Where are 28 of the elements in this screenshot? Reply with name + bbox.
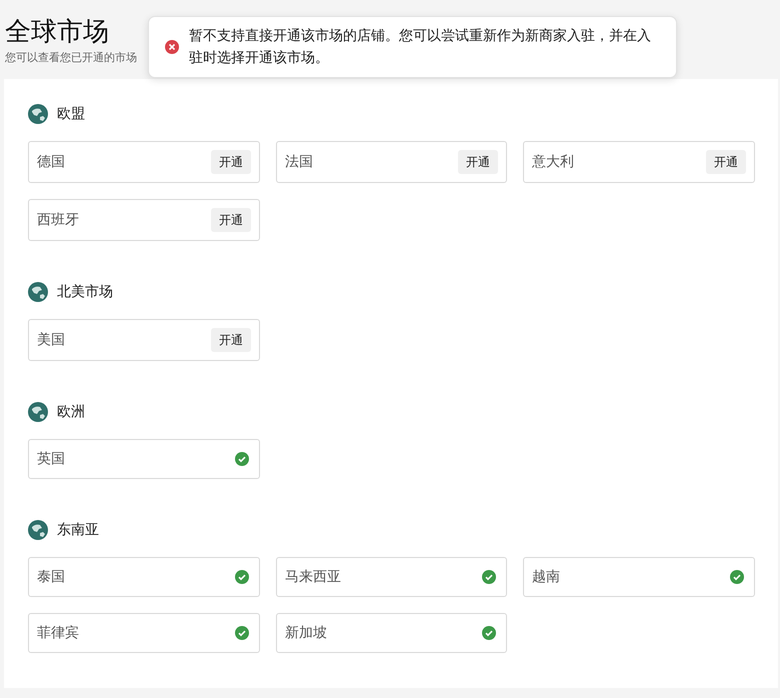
region-title: 欧洲: [57, 403, 85, 421]
open-button[interactable]: 开通: [211, 208, 251, 232]
market-name: 泰国: [37, 568, 65, 586]
region-title: 东南亚: [57, 521, 99, 539]
region-title: 欧盟: [57, 105, 85, 123]
open-button[interactable]: 开通: [211, 150, 251, 174]
region-title: 北美市场: [57, 283, 113, 301]
market-name: 新加坡: [285, 624, 327, 642]
market-name: 越南: [532, 568, 560, 586]
toast-message: 暂不支持直接开通该市场的店铺。您可以尝试重新作为新商家入驻，并在入驻时选择开通该市场。: [189, 27, 652, 68]
open-button[interactable]: 开通: [211, 328, 251, 352]
page-subtitle: 您可以查看您已开通的市场: [5, 50, 137, 66]
market-name: 菲律宾: [37, 624, 79, 642]
globe-icon: [28, 520, 48, 540]
error-icon: [165, 40, 179, 54]
market-name: 意大利: [532, 153, 574, 171]
market-name: 英国: [37, 450, 65, 468]
market-name: 法国: [285, 153, 313, 171]
market-name: 美国: [37, 331, 65, 349]
open-button[interactable]: 开通: [458, 150, 498, 174]
open-button[interactable]: 开通: [706, 150, 746, 174]
globe-icon: [28, 282, 48, 302]
globe-icon: [28, 104, 48, 124]
market-name: 西班牙: [37, 211, 79, 229]
market-name: 马来西亚: [285, 568, 341, 586]
globe-icon: [28, 402, 48, 422]
market-name: 德国: [37, 153, 65, 171]
page-title: 全球市场: [5, 16, 109, 49]
